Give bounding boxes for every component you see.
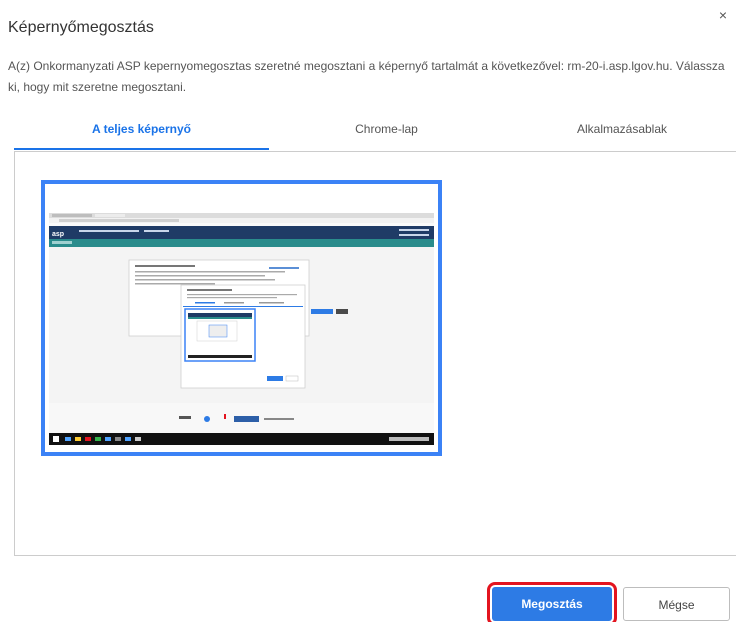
screen-thumbnail[interactable]: asp xyxy=(41,180,442,456)
screen-preview-image: asp xyxy=(49,213,434,445)
dialog-buttons: Megosztás Mégse xyxy=(0,582,736,622)
tab-chrome-tab[interactable]: Chrome-lap xyxy=(269,116,504,148)
screen-share-dialog: × Képernyőmegosztás A(z) Onkormanyzati A… xyxy=(0,0,736,622)
close-icon[interactable]: × xyxy=(716,8,730,22)
dialog-description: A(z) Onkormanyzati ASP kepernyomegosztas… xyxy=(8,59,725,94)
source-panel: asp xyxy=(14,151,736,556)
thumbnail-logo-text: asp xyxy=(52,231,64,238)
tab-entire-screen[interactable]: A teljes képernyő xyxy=(14,116,269,150)
cancel-button[interactable]: Mégse xyxy=(623,587,730,621)
screen-preview-graphic: asp xyxy=(49,213,434,445)
dialog-title: Képernyőmegosztás xyxy=(8,19,154,36)
share-button[interactable]: Megosztás xyxy=(487,582,617,622)
tab-application-window[interactable]: Alkalmazásablak xyxy=(504,116,736,148)
tab-bar: A teljes képernyő Chrome-lap Alkalmazása… xyxy=(14,116,736,150)
